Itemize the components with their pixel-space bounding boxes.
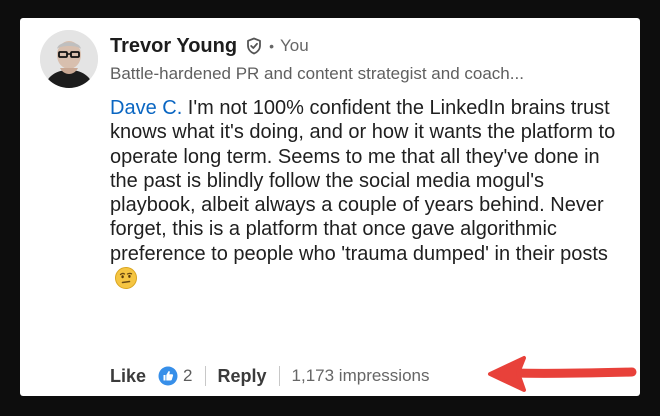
author-row: Trevor Young • You <box>110 34 309 58</box>
author-headline: Battle-hardened PR and content strategis… <box>110 64 524 83</box>
comment-card: Trevor Young • You Battle-hardened PR an… <box>20 18 640 396</box>
like-button[interactable]: Like <box>110 366 146 387</box>
reply-button[interactable]: Reply <box>218 366 267 387</box>
comment-text: Dave C. I'm not 100% confident the Linke… <box>110 96 630 296</box>
thumbs-up-reaction-icon[interactable] <box>158 366 178 386</box>
bullet-separator: • <box>269 38 274 54</box>
verified-shield-icon <box>245 37 263 55</box>
red-arrow-annotation-icon <box>488 356 637 392</box>
relation-label: You <box>279 36 309 55</box>
author-name[interactable]: Trevor Young <box>110 35 237 58</box>
reaction-count[interactable]: 2 <box>183 366 192 386</box>
action-divider <box>204 366 206 386</box>
mention-link[interactable]: Dave C. <box>110 97 182 119</box>
impressions-count: 1,173 impressions <box>291 366 430 385</box>
avatar[interactable] <box>40 30 98 88</box>
comment-actions: Like 2 Reply 1,173 impressions <box>110 364 430 388</box>
thinking-face-emoji-icon <box>114 266 138 296</box>
action-divider <box>278 366 280 386</box>
profile-photo-icon <box>40 30 98 88</box>
comment-body-text: I'm not 100% confident the LinkedIn brai… <box>110 97 616 265</box>
